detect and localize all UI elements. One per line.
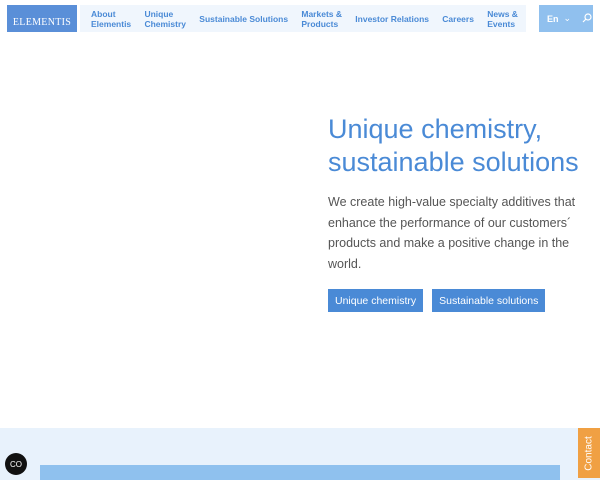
language-selector[interactable]: En — [547, 14, 559, 24]
search-icon[interactable] — [582, 12, 592, 25]
elementis-logo[interactable]: ELEMENTIS — [7, 5, 77, 32]
language-bar: En ⌄ — [539, 5, 593, 32]
hero: Unique chemistry, sustainable solutions … — [328, 113, 593, 312]
content-banner — [40, 465, 560, 480]
sustainable-solutions-button[interactable]: Sustainable solutions — [432, 289, 546, 312]
nav-sustainable-solutions[interactable]: Sustainable Solutions — [199, 14, 288, 24]
nav-news-events[interactable]: News & Events — [487, 9, 518, 29]
chevron-down-icon[interactable]: ⌄ — [564, 13, 572, 24]
unique-chemistry-button[interactable]: Unique chemistry — [328, 289, 424, 312]
nav-investor-relations[interactable]: Investor Relations — [355, 14, 429, 24]
nav-about[interactable]: About Elementis — [91, 9, 131, 29]
cookie-consent-button[interactable]: CO — [5, 453, 27, 475]
hero-text: We create high-value specialty additives… — [328, 195, 576, 271]
hero-title: Unique chemistry, sustainable solutions — [328, 114, 579, 177]
nav-careers[interactable]: Careers — [442, 14, 474, 24]
contact-tab[interactable]: Contact — [578, 428, 600, 478]
nav-unique-chemistry[interactable]: Unique Chemistry — [144, 9, 186, 29]
main-nav: About Elementis Unique Chemistry Sustainab… — [80, 5, 526, 32]
nav-markets-products[interactable]: Markets & Products — [301, 9, 342, 29]
